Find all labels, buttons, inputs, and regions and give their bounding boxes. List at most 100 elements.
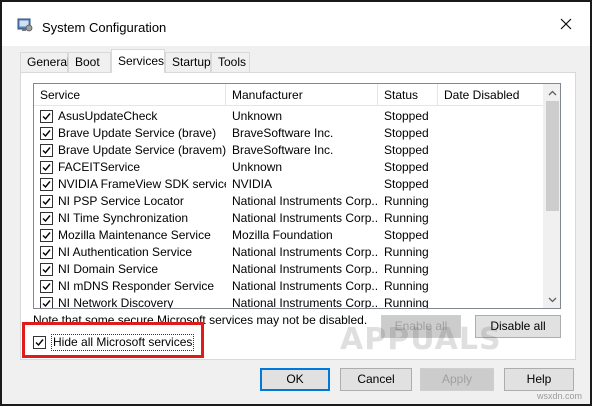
tab-tools[interactable]: Tools [211, 52, 250, 72]
ok-button[interactable]: OK [260, 368, 330, 391]
manufacturer: National Instruments Corp... [232, 245, 378, 259]
tab-general[interactable]: General [20, 52, 70, 72]
appuals-watermark: APPUALS [340, 322, 502, 357]
service-name: NI mDNS Responder Service [58, 279, 215, 293]
manufacturer: National Instruments Corp... [232, 194, 378, 208]
table-row[interactable]: Brave Update Service (brave) BraveSoftwa… [34, 125, 544, 142]
status: Stopped [384, 143, 429, 157]
service-name: Brave Update Service (bravem) [58, 143, 226, 157]
tab-label: Boot [75, 55, 100, 69]
cancel-button[interactable]: Cancel [340, 368, 412, 391]
status: Running [384, 245, 429, 259]
site-watermark: wsxdn.com [536, 391, 582, 401]
tab-startup[interactable]: Startup [165, 52, 211, 72]
manufacturer: Unknown [232, 160, 283, 174]
status: Stopped [384, 177, 429, 191]
service-name: Brave Update Service (brave) [58, 126, 217, 140]
table-row[interactable]: NI Authentication Service National Instr… [34, 244, 544, 261]
service-name: NI Time Synchronization [58, 211, 189, 225]
manufacturer: Unknown [232, 109, 283, 123]
close-icon[interactable] [556, 14, 576, 34]
manufacturer: BraveSoftware Inc. [232, 143, 334, 157]
service-name: NI PSP Service Locator [58, 194, 184, 208]
window-title: System Configuration [42, 20, 167, 35]
service-name: NI Domain Service [58, 262, 159, 276]
table-row[interactable]: NVIDIA FrameView SDK service NVIDIA Stop… [34, 176, 544, 193]
checkbox[interactable] [40, 161, 53, 174]
column-header-date-disabled[interactable]: Date Disabled [438, 84, 544, 106]
service-rows: AsusUpdateCheck Unknown Stopped Brave Up… [34, 108, 544, 309]
tab-label: Services [118, 54, 165, 68]
column-header-status[interactable]: Status [378, 84, 438, 106]
manufacturer: NVIDIA [232, 177, 273, 191]
service-name: FACEITService [58, 160, 141, 174]
services-list[interactable]: Service Manufacturer Status Date Disable… [33, 83, 561, 309]
column-header-service[interactable]: Service [34, 84, 226, 106]
service-name: AsusUpdateCheck [58, 109, 158, 123]
column-header-manufacturer[interactable]: Manufacturer [226, 84, 378, 106]
checkmark-icon [42, 198, 51, 206]
manufacturer: National Instruments Corp... [232, 211, 378, 225]
status: Stopped [384, 160, 429, 174]
checkbox[interactable] [40, 195, 53, 208]
checkbox[interactable] [40, 212, 53, 225]
apply-button[interactable]: Apply [420, 368, 494, 391]
manufacturer: National Instruments Corp... [232, 296, 378, 309]
checkbox[interactable] [40, 297, 53, 308]
checkmark-icon [42, 113, 51, 121]
table-row[interactable]: FACEITService Unknown Stopped [34, 159, 544, 176]
manufacturer: Mozilla Foundation [232, 228, 333, 242]
table-row[interactable]: NI mDNS Responder Service National Instr… [34, 278, 544, 295]
table-row[interactable]: Mozilla Maintenance Service Mozilla Foun… [34, 227, 544, 244]
manufacturer: National Instruments Corp... [232, 279, 378, 293]
table-row[interactable]: NI PSP Service Locator National Instrume… [34, 193, 544, 210]
tab-boot[interactable]: Boot [68, 52, 111, 72]
red-highlight-box [22, 322, 204, 358]
checkmark-icon [42, 164, 51, 172]
status: Stopped [384, 109, 429, 123]
msconfig-app-icon [17, 17, 33, 33]
status: Running [384, 279, 429, 293]
vertical-scrollbar[interactable] [543, 84, 560, 308]
tab-label: Tools [218, 55, 247, 69]
checkbox[interactable] [40, 280, 53, 293]
manufacturer: National Instruments Corp... [232, 262, 378, 276]
checkbox[interactable] [40, 178, 53, 191]
table-row[interactable]: AsusUpdateCheck Unknown Stopped [34, 108, 544, 125]
manufacturer: BraveSoftware Inc. [232, 126, 334, 140]
checkbox[interactable] [40, 263, 53, 276]
checkbox[interactable] [40, 246, 53, 259]
checkmark-icon [42, 283, 51, 291]
system-configuration-window: System Configuration General Boot Servic… [0, 0, 592, 406]
checkbox[interactable] [40, 144, 53, 157]
table-row[interactable]: NI Time Synchronization National Instrum… [34, 210, 544, 227]
table-row[interactable]: Brave Update Service (bravem) BraveSoftw… [34, 142, 544, 159]
status: Stopped [384, 228, 429, 242]
checkmark-icon [42, 130, 51, 138]
checkbox[interactable] [40, 229, 53, 242]
help-button[interactable]: Help [504, 368, 574, 391]
services-panel: Service Manufacturer Status Date Disable… [20, 72, 576, 360]
checkmark-icon [42, 181, 51, 189]
checkbox[interactable] [40, 127, 53, 140]
checkmark-icon [42, 232, 51, 240]
service-name: Mozilla Maintenance Service [58, 228, 211, 242]
status: Stopped [384, 126, 429, 140]
checkmark-icon [42, 300, 51, 308]
checkmark-icon [42, 249, 51, 257]
status: Running [384, 211, 429, 225]
tab-services[interactable]: Services [111, 49, 165, 73]
status: Running [384, 296, 429, 309]
title-bar: System Configuration [2, 2, 590, 46]
scrollbar-thumb[interactable] [546, 101, 559, 211]
scroll-up-icon[interactable] [544, 84, 560, 101]
scroll-down-icon[interactable] [544, 291, 560, 308]
checkmark-icon [42, 215, 51, 223]
checkmark-icon [42, 147, 51, 155]
service-name: NVIDIA FrameView SDK service [58, 177, 226, 191]
tab-label: Startup [172, 55, 211, 69]
table-row[interactable]: NI Domain Service National Instruments C… [34, 261, 544, 278]
tab-label: General [27, 55, 70, 69]
checkbox[interactable] [40, 110, 53, 123]
table-row[interactable]: NI Network Discovery National Instrument… [34, 295, 544, 309]
